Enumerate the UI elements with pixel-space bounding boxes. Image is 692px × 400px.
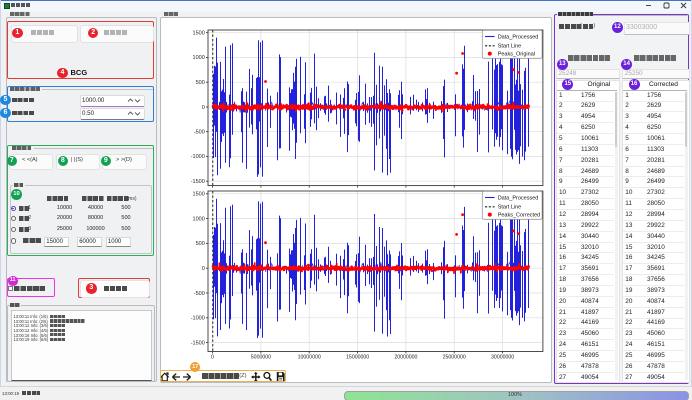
svg-text:Data_Processed: Data_Processed (498, 195, 539, 201)
svg-text:1500: 1500 (193, 192, 205, 198)
svg-text:-500: -500 (194, 130, 205, 136)
svg-text:-1500: -1500 (191, 179, 205, 185)
svg-text:Data_Processed: Data_Processed (498, 34, 539, 40)
svg-text:1500: 1500 (193, 31, 205, 37)
svg-text:0: 0 (211, 355, 214, 361)
svg-text:Peaks_Original: Peaks_Original (498, 51, 535, 57)
svg-text:1000: 1000 (193, 216, 205, 222)
svg-text:-500: -500 (194, 291, 205, 297)
svg-text:Peaks_Corrected: Peaks_Corrected (498, 212, 541, 218)
svg-text:30000000: 30000000 (491, 355, 514, 361)
svg-text:1000: 1000 (193, 55, 205, 61)
svg-text:10000000: 10000000 (298, 355, 321, 361)
svg-text:5000000: 5000000 (251, 355, 271, 361)
svg-text:0: 0 (202, 266, 205, 272)
svg-text:500: 500 (196, 241, 205, 247)
svg-text:15000000: 15000000 (346, 355, 369, 361)
svg-text:20000000: 20000000 (394, 355, 417, 361)
svg-text:0: 0 (202, 105, 205, 111)
svg-text:-1000: -1000 (191, 154, 205, 160)
svg-text:-1500: -1500 (191, 340, 205, 346)
svg-text:25000000: 25000000 (443, 355, 466, 361)
svg-text:-1000: -1000 (191, 316, 205, 322)
svg-text:Start Line: Start Line (498, 205, 522, 211)
svg-text:500: 500 (196, 80, 205, 86)
svg-text:Start Line: Start Line (498, 44, 522, 50)
